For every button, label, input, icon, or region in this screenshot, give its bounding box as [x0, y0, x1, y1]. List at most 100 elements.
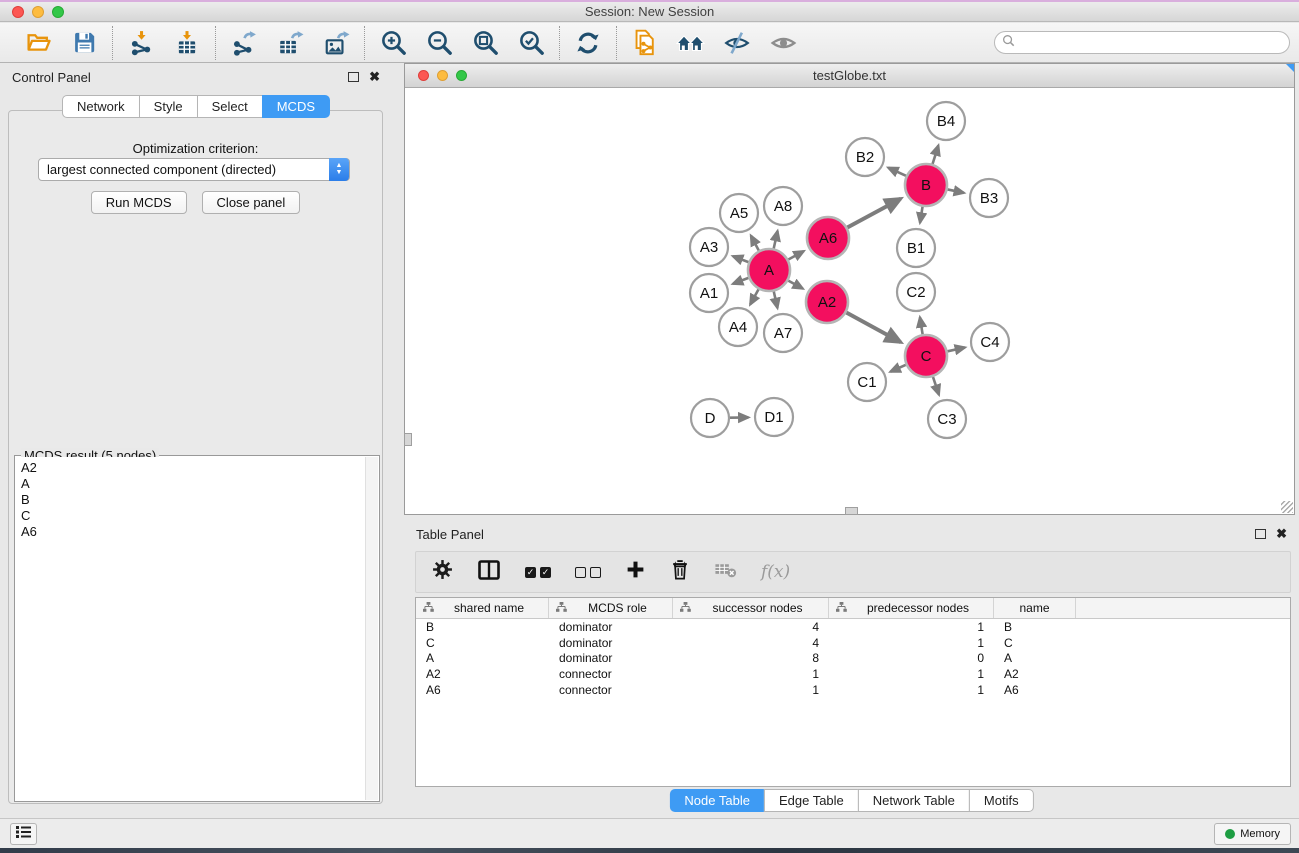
resize-grip-icon[interactable]: [1281, 501, 1293, 513]
edge-A-A4[interactable]: [750, 289, 758, 304]
cell-name[interactable]: B: [994, 620, 1076, 634]
edge-A-A7[interactable]: [774, 291, 778, 308]
table-row[interactable]: A2connector11A2: [416, 666, 1290, 682]
export-image-button[interactable]: [321, 28, 351, 58]
zoom-in-button[interactable]: [378, 28, 408, 58]
table-tab-edge-table[interactable]: Edge Table: [764, 789, 859, 812]
cell-predecessor-nodes[interactable]: 1: [829, 620, 994, 634]
import-table-button[interactable]: [172, 28, 202, 58]
delete-column-button[interactable]: [670, 559, 690, 586]
search-input[interactable]: [1020, 33, 1289, 52]
edge-A-A2[interactable]: [788, 281, 803, 289]
task-history-button[interactable]: [10, 823, 37, 845]
cell-successor-nodes[interactable]: 1: [673, 683, 829, 697]
edge-B-B4[interactable]: [933, 145, 939, 164]
table-tab-network-table[interactable]: Network Table: [858, 789, 970, 812]
memory-button[interactable]: Memory: [1214, 823, 1291, 845]
table-row[interactable]: Adominator80A: [416, 651, 1290, 667]
cell-shared-name[interactable]: B: [416, 620, 549, 634]
zoom-selected-button[interactable]: [516, 28, 546, 58]
cell-predecessor-nodes[interactable]: 1: [829, 683, 994, 697]
cell-predecessor-nodes[interactable]: 1: [829, 636, 994, 650]
cell-MCDS-role[interactable]: connector: [549, 683, 673, 697]
hide-details-button[interactable]: [722, 28, 752, 58]
close-panel-button[interactable]: Close panel: [202, 191, 301, 214]
column-header-MCDS-role[interactable]: MCDS role: [549, 598, 673, 618]
edge-C-C4[interactable]: [947, 347, 964, 351]
tab-select[interactable]: Select: [197, 95, 263, 118]
cell-name[interactable]: C: [994, 636, 1076, 650]
cell-shared-name[interactable]: A2: [416, 667, 549, 681]
delete-table-button[interactable]: [714, 561, 737, 584]
column-header-name[interactable]: name: [994, 598, 1076, 618]
network-zoom-button[interactable]: [456, 70, 467, 81]
cell-shared-name[interactable]: A: [416, 651, 549, 665]
edge-A-A6[interactable]: [788, 251, 803, 259]
mcds-result-item[interactable]: A2: [21, 460, 365, 476]
cell-name[interactable]: A: [994, 651, 1076, 665]
edge-A-A3[interactable]: [733, 256, 749, 262]
search-field[interactable]: [994, 31, 1290, 54]
bottom-edge-handle[interactable]: [845, 507, 858, 515]
cell-successor-nodes[interactable]: 4: [673, 620, 829, 634]
mcds-result-item[interactable]: C: [21, 508, 365, 524]
import-network-button[interactable]: [126, 28, 156, 58]
table-row[interactable]: Cdominator41C: [416, 635, 1290, 651]
float-panel-icon[interactable]: [348, 72, 359, 82]
network-minimize-button[interactable]: [437, 70, 448, 81]
cell-shared-name[interactable]: A6: [416, 683, 549, 697]
tab-network[interactable]: Network: [62, 95, 140, 118]
close-window-button[interactable]: [12, 6, 24, 18]
cell-name[interactable]: A6: [994, 683, 1076, 697]
cell-successor-nodes[interactable]: 1: [673, 667, 829, 681]
edge-A6-B[interactable]: [847, 199, 900, 228]
cell-predecessor-nodes[interactable]: 1: [829, 667, 994, 681]
cell-shared-name[interactable]: C: [416, 636, 549, 650]
save-session-button[interactable]: [69, 28, 99, 58]
edge-A-A8[interactable]: [774, 231, 778, 248]
show-columns-button[interactable]: [477, 559, 501, 586]
create-column-button[interactable]: [625, 559, 646, 585]
edge-B-B1[interactable]: [920, 207, 923, 223]
mcds-result-item[interactable]: B: [21, 492, 365, 508]
criterion-dropdown[interactable]: largest connected component (directed) ▲…: [38, 158, 350, 181]
tab-mcds[interactable]: MCDS: [262, 95, 330, 118]
edge-B-B3[interactable]: [948, 189, 964, 192]
export-network-button[interactable]: [229, 28, 259, 58]
column-header-shared-name[interactable]: shared name: [416, 598, 549, 618]
show-details-button[interactable]: [768, 28, 798, 58]
edge-A2-C[interactable]: [846, 313, 900, 343]
cell-MCDS-role[interactable]: connector: [549, 667, 673, 681]
column-header-successor-nodes[interactable]: successor nodes: [673, 598, 829, 618]
mcds-result-item[interactable]: A: [21, 476, 365, 492]
table-row[interactable]: Bdominator41B: [416, 619, 1290, 635]
result-scrollbar[interactable]: [365, 457, 378, 800]
edge-A-A5[interactable]: [751, 236, 759, 251]
refresh-button[interactable]: [573, 28, 603, 58]
left-edge-handle[interactable]: [404, 433, 412, 446]
edge-A-A1[interactable]: [733, 278, 749, 284]
cell-MCDS-role[interactable]: dominator: [549, 651, 673, 665]
float-table-panel-icon[interactable]: [1255, 529, 1266, 539]
home-button[interactable]: [676, 28, 706, 58]
table-row[interactable]: A6connector11A6: [416, 682, 1290, 698]
run-mcds-button[interactable]: Run MCDS: [91, 191, 187, 214]
export-table-button[interactable]: [275, 28, 305, 58]
close-table-panel-icon[interactable]: ✖: [1276, 529, 1287, 539]
table-tab-motifs[interactable]: Motifs: [969, 789, 1034, 812]
network-canvas[interactable]: B4B2BB3A5A8A6A3B1AA1C2A2A4A7C4CC1C3DD1: [405, 88, 1294, 514]
tab-style[interactable]: Style: [139, 95, 198, 118]
mcds-result-item[interactable]: A6: [21, 524, 365, 540]
zoom-fit-button[interactable]: [470, 28, 500, 58]
column-header-predecessor-nodes[interactable]: predecessor nodes: [829, 598, 994, 618]
network-close-button[interactable]: [418, 70, 429, 81]
cell-successor-nodes[interactable]: 8: [673, 651, 829, 665]
table-settings-button[interactable]: [432, 559, 453, 585]
cell-MCDS-role[interactable]: dominator: [549, 620, 673, 634]
edge-B-B2[interactable]: [888, 168, 906, 176]
network-window-titlebar[interactable]: testGlobe.txt: [405, 64, 1294, 88]
minimize-window-button[interactable]: [32, 6, 44, 18]
zoom-window-button[interactable]: [52, 6, 64, 18]
deselect-all-button[interactable]: [575, 567, 601, 578]
zoom-out-button[interactable]: [424, 28, 454, 58]
